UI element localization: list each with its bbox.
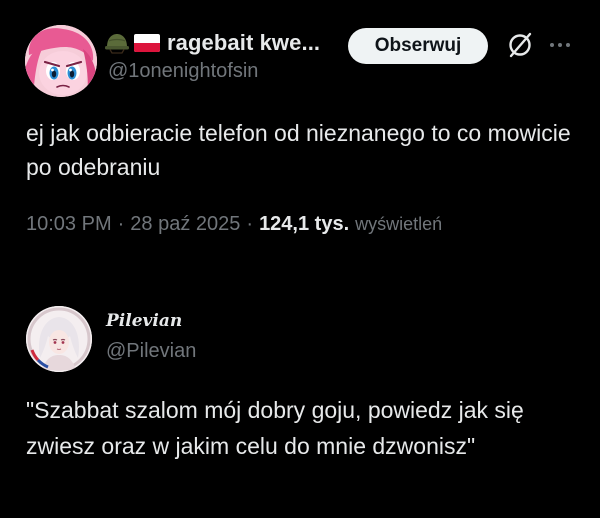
- views-count: 124,1 tys.: [259, 213, 350, 235]
- grok-icon[interactable]: [505, 30, 535, 60]
- follow-button[interactable]: Obserwuj: [348, 28, 488, 64]
- author-display-name: ragebait kwe...: [167, 30, 321, 55]
- tweet-text: ej jak odbieracie telefon od nieznanego …: [26, 120, 571, 180]
- tweet-meta: 10:03 PM · 28 paź 2025 · 124,1 tys. wyśw…: [26, 213, 442, 236]
- post-date[interactable]: 28 paź 2025: [130, 213, 240, 236]
- meta-separator: ·: [246, 213, 254, 235]
- author-handle[interactable]: @1onenightofsin: [108, 60, 258, 83]
- author-name-row[interactable]: ragebait kwe...: [105, 28, 320, 58]
- avatar[interactable]: [25, 25, 97, 97]
- avatar[interactable]: [26, 306, 92, 372]
- reply-text: "Szabbat szalom mój dobry goju, powiedz …: [26, 397, 524, 459]
- meta-separator: ·: [117, 213, 125, 235]
- pony-avatar-icon: [25, 25, 97, 97]
- post-time[interactable]: 10:03 PM: [26, 213, 112, 236]
- reply-author-display-name[interactable]: Pilevian: [106, 311, 182, 331]
- views-label: wyświetleń: [355, 214, 443, 234]
- anime-girl-avatar-icon: [26, 306, 92, 372]
- reply-author-handle[interactable]: @Pilevian: [106, 340, 196, 363]
- more-options-icon[interactable]: [548, 35, 572, 55]
- military-helmet-icon: [105, 34, 129, 54]
- poland-flag-icon: [134, 34, 160, 52]
- tweet-main: ragebait kwe... @1onenightofsin Obserwuj…: [0, 0, 600, 260]
